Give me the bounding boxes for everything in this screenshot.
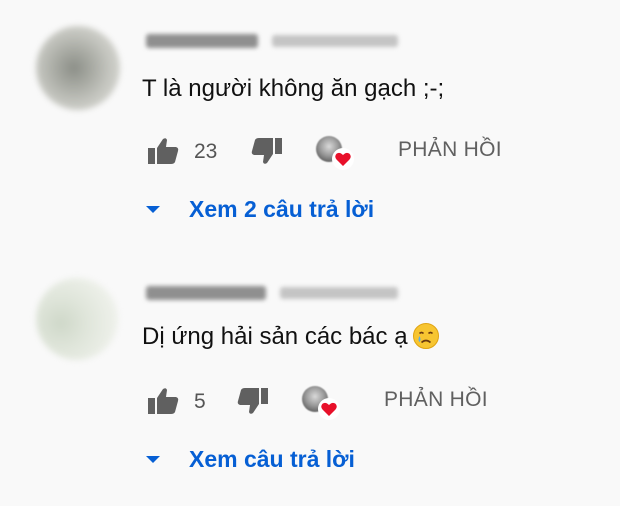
heart-icon — [318, 398, 340, 420]
creator-heart-badge[interactable] — [316, 134, 356, 174]
timestamp-blurred[interactable] — [280, 286, 398, 299]
heart-icon — [332, 148, 354, 170]
comment-header-blurred — [146, 32, 398, 50]
like-button[interactable] — [146, 386, 180, 416]
reply-button[interactable]: PHẢN HỒI — [398, 138, 502, 162]
crying-face-icon — [412, 323, 439, 349]
dislike-button[interactable] — [250, 136, 284, 166]
like-count: 5 — [194, 390, 206, 413]
like-count: 23 — [194, 140, 218, 163]
dislike-button[interactable] — [236, 386, 270, 416]
comment-action-bar: 23 PHẢN HỒI — [146, 134, 606, 170]
view-replies-label: Xem 2 câu trả lời — [189, 196, 375, 222]
thumbs-up-icon — [148, 388, 179, 414]
comment-text: Dị ứng hải sản các bác ạ — [142, 322, 440, 352]
comment-header-blurred — [146, 284, 398, 302]
caret-down-icon — [146, 206, 160, 213]
comment-text-content: Dị ứng hải sản các bác ạ — [142, 323, 408, 350]
caret-down-icon — [146, 456, 160, 463]
comment-action-bar: 5 PHẢN HỒI — [146, 384, 606, 420]
thumbs-down-icon — [251, 138, 282, 164]
view-replies-label: Xem câu trả lời — [189, 446, 355, 472]
thumbs-down-icon — [237, 388, 268, 414]
commenter-avatar[interactable] — [36, 278, 118, 360]
author-name-blurred[interactable] — [146, 285, 266, 300]
thumbs-up-icon — [148, 138, 179, 164]
comment-text: T là người không ăn gạch ;-; — [142, 75, 445, 102]
like-button[interactable] — [146, 136, 180, 166]
commenter-avatar[interactable] — [36, 26, 120, 110]
author-name-blurred[interactable] — [146, 33, 258, 48]
creator-heart-badge[interactable] — [302, 384, 342, 424]
timestamp-blurred[interactable] — [272, 34, 398, 47]
reply-button[interactable]: PHẢN HỒI — [384, 388, 488, 412]
